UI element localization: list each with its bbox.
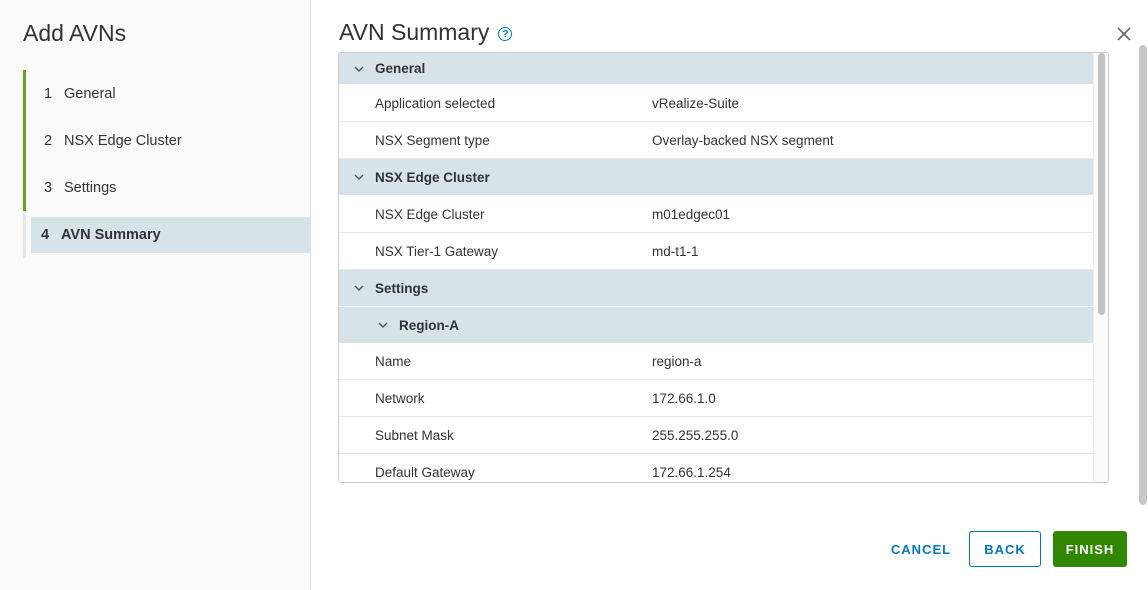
section-settings[interactable]: Settings	[339, 270, 1094, 307]
row-value: md-t1-1	[652, 243, 699, 259]
dialog-scrollbar[interactable]	[1139, 45, 1147, 505]
finish-button[interactable]: FINISH	[1053, 531, 1127, 567]
section-nsx-edge-cluster[interactable]: NSX Edge Cluster	[339, 159, 1094, 196]
back-button[interactable]: BACK	[969, 531, 1041, 567]
table-row: Default Gateway 172.66.1.254	[339, 454, 1094, 482]
table-row: NSX Edge Cluster m01edgec01	[339, 196, 1094, 233]
row-value: 255.255.255.0	[652, 427, 739, 443]
summary-panel: General Application selected vRealize-Su…	[338, 52, 1109, 483]
wizard-title: Add AVNs	[23, 20, 127, 46]
step-avn-summary[interactable]: 4 AVN Summary	[23, 211, 311, 258]
step-nsx-edge-cluster[interactable]: 2 NSX Edge Cluster	[23, 117, 311, 164]
help-icon[interactable]: ?	[498, 27, 513, 41]
step-label: NSX Edge Cluster	[64, 132, 182, 149]
step-settings[interactable]: 3 Settings	[23, 164, 311, 211]
row-value: vRealize-Suite	[652, 95, 740, 111]
row-key: NSX Segment type	[375, 132, 490, 148]
wizard-sidebar: Add AVNs 1 General 2 NSX Edge Cluster 3 …	[0, 0, 311, 590]
close-icon[interactable]	[1114, 24, 1134, 44]
subsection-region-a[interactable]: Region-A	[339, 307, 1094, 343]
row-key: Name	[375, 353, 412, 369]
table-row: Subnet Mask 255.255.255.0	[339, 417, 1094, 454]
section-label: General	[375, 61, 426, 76]
cancel-button[interactable]: CANCEL	[881, 531, 961, 567]
table-row: Network 172.66.1.0	[339, 380, 1094, 417]
chevron-down-icon[interactable]	[377, 319, 389, 331]
row-value: m01edgec01	[652, 206, 731, 222]
summary-scroll-thumb[interactable]	[1098, 53, 1105, 315]
step-label: Settings	[64, 179, 117, 196]
step-label: AVN Summary	[61, 227, 161, 243]
chevron-down-icon[interactable]	[353, 171, 365, 183]
row-key: Default Gateway	[375, 464, 475, 480]
summary-rows: General Application selected vRealize-Su…	[339, 53, 1094, 482]
active-step-highlight: 4 AVN Summary	[31, 217, 311, 253]
row-value: region-a	[652, 353, 702, 369]
row-key: NSX Tier-1 Gateway	[375, 243, 499, 259]
chevron-down-icon[interactable]	[353, 63, 365, 75]
page-title: AVN Summary	[339, 19, 490, 45]
section-general[interactable]: General	[339, 53, 1094, 85]
step-number: 2	[44, 132, 53, 149]
main-panel: AVN Summary ? General Application select…	[311, 0, 1148, 590]
wizard-steps: 1 General 2 NSX Edge Cluster 3 Settings …	[23, 70, 311, 258]
chevron-down-icon[interactable]	[353, 282, 365, 294]
table-row: NSX Segment type Overlay-backed NSX segm…	[339, 122, 1094, 159]
step-number: 1	[44, 85, 53, 102]
table-row: NSX Tier-1 Gateway md-t1-1	[339, 233, 1094, 270]
dialog-scroll-thumb[interactable]	[1139, 45, 1147, 505]
subsection-label: Region-A	[399, 317, 459, 333]
row-key: Application selected	[375, 95, 496, 111]
section-label: NSX Edge Cluster	[375, 169, 490, 185]
row-value: 172.66.1.0	[652, 390, 716, 406]
row-value: 172.66.1.254	[652, 464, 731, 480]
table-row: Application selected vRealize-Suite	[339, 85, 1094, 122]
row-key: Network	[375, 390, 425, 406]
row-key: NSX Edge Cluster	[375, 206, 485, 222]
row-key: Subnet Mask	[375, 427, 454, 443]
table-row: Name region-a	[339, 343, 1094, 380]
page-title-row: AVN Summary ?	[339, 19, 513, 46]
summary-scrollbar[interactable]	[1093, 53, 1108, 482]
section-label: Settings	[375, 280, 429, 296]
step-number: 4	[41, 227, 50, 243]
step-label: General	[64, 85, 116, 102]
step-general[interactable]: 1 General	[23, 70, 311, 117]
row-value: Overlay-backed NSX segment	[652, 132, 834, 148]
step-number: 3	[44, 179, 53, 196]
